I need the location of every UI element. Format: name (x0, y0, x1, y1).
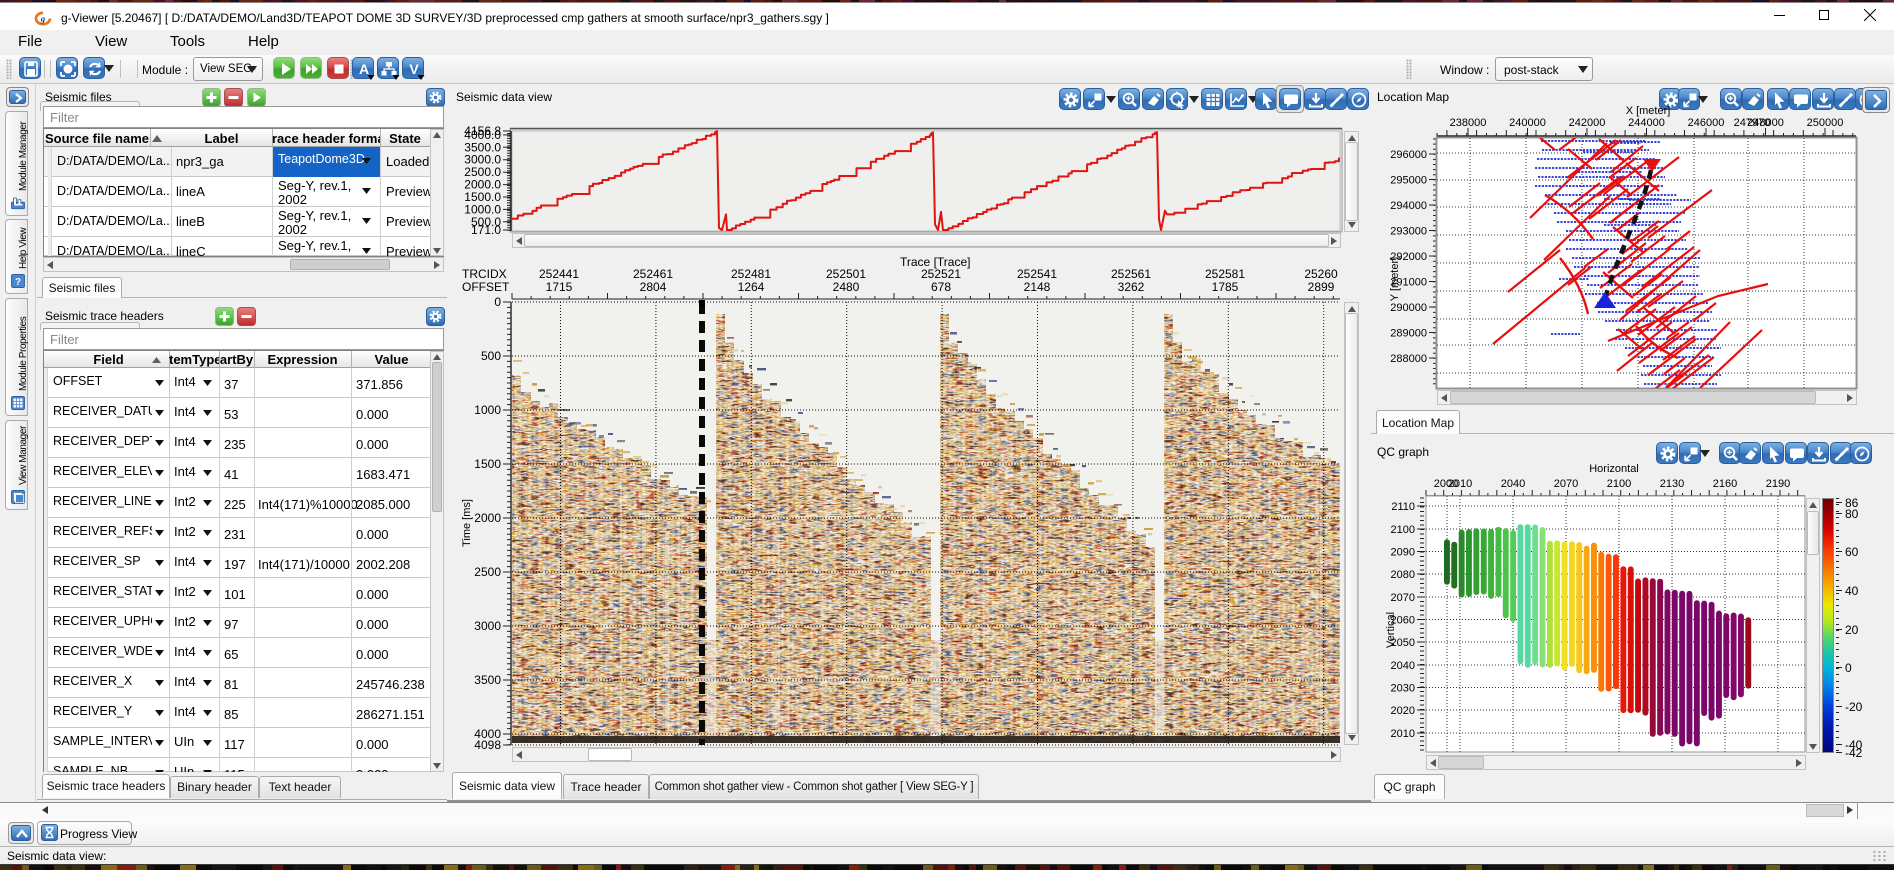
svg-text:2000: 2000 (1434, 478, 1458, 490)
svg-text:293000: 293000 (1390, 226, 1427, 238)
svg-text:2070: 2070 (1391, 592, 1415, 604)
svg-text:1000: 1000 (474, 403, 501, 417)
svg-text:?: ? (15, 277, 21, 288)
svg-text:Horizontal: Horizontal (1589, 463, 1639, 475)
svg-text:2040: 2040 (1501, 478, 1525, 490)
svg-text:294000: 294000 (1390, 200, 1427, 212)
svg-text:4098: 4098 (474, 738, 501, 752)
svg-text:2130: 2130 (1660, 478, 1684, 490)
svg-text:2040: 2040 (1391, 660, 1415, 672)
svg-text:2100: 2100 (1607, 478, 1631, 490)
svg-text:2020: 2020 (1391, 705, 1415, 717)
svg-text:2190: 2190 (1766, 478, 1790, 490)
svg-text:2160: 2160 (1713, 478, 1737, 490)
svg-text:288000: 288000 (1390, 353, 1427, 365)
svg-text:244000: 244000 (1628, 117, 1665, 129)
svg-text:295000: 295000 (1390, 175, 1427, 187)
svg-text:2010: 2010 (1391, 728, 1415, 740)
svg-text:247970: 247970 (1734, 117, 1771, 129)
svg-text:296000: 296000 (1390, 149, 1427, 161)
svg-text:171.0: 171.0 (471, 223, 501, 236)
svg-text:2070: 2070 (1554, 478, 1578, 490)
svg-text:3000: 3000 (474, 619, 501, 633)
svg-text:g: g (40, 14, 46, 24)
svg-text:240000: 240000 (1509, 117, 1546, 129)
svg-text:3500: 3500 (474, 673, 501, 687)
svg-text:2000: 2000 (474, 511, 501, 525)
svg-text:2080: 2080 (1391, 569, 1415, 581)
svg-text:2090: 2090 (1391, 547, 1415, 559)
svg-text:2110: 2110 (1391, 501, 1415, 513)
svg-text:246000: 246000 (1688, 117, 1725, 129)
svg-text:242000: 242000 (1569, 117, 1606, 129)
svg-text:250000: 250000 (1807, 117, 1844, 129)
svg-text:500: 500 (481, 349, 501, 363)
svg-text:238000: 238000 (1450, 117, 1487, 129)
svg-text:Vertical: Vertical (1385, 612, 1397, 648)
svg-text:X [meter]: X [meter] (1626, 105, 1671, 117)
svg-text:2500: 2500 (474, 565, 501, 579)
svg-text:Time [ms]: Time [ms] (461, 499, 473, 547)
svg-text:2100: 2100 (1391, 524, 1415, 536)
svg-text:0: 0 (494, 295, 501, 309)
svg-text:2030: 2030 (1391, 683, 1415, 695)
svg-text:1500: 1500 (474, 457, 501, 471)
svg-text:Y [meter]: Y [meter] (1390, 257, 1401, 301)
svg-text:289000: 289000 (1390, 328, 1427, 340)
svg-text:290000: 290000 (1390, 302, 1427, 314)
